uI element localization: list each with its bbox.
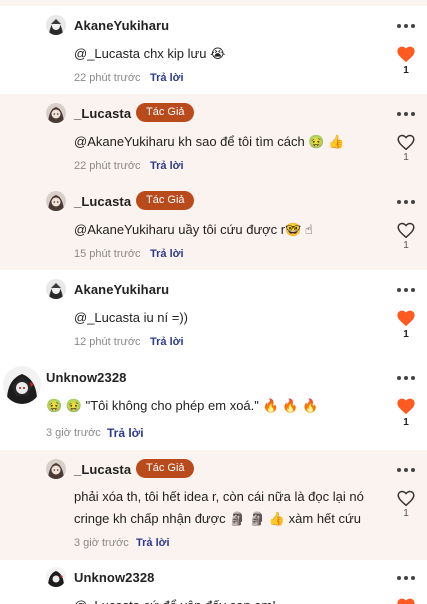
heart-filled-icon[interactable] [396,397,416,415]
heart-filled-icon[interactable] [396,309,416,327]
reply-button[interactable]: Trả lời [150,160,184,172]
comment-text-line: cringe kh chấp nhận được 🗿 🗿 👍 xàm hết c… [74,511,361,526]
username[interactable]: AkaneYukiharu [74,282,169,297]
comment-text: 🤢 🤢 "Tôi không cho phép em xoá." 🔥 🔥 🔥 [46,398,319,413]
comment-text: @AkaneYukiharu kh sao để tôi tìm cách 🤢 … [74,134,345,149]
more-options-icon[interactable] [397,467,415,473]
top-level-comment: Unknow2328 🤢 🤢 "Tôi không cho phép em xo… [0,358,427,450]
reply-comment: _Lucasta Tác Giả @AkaneYukiharu uầy tôi … [0,182,427,270]
like-count: 1 [403,329,409,340]
username[interactable]: _Lucasta [74,462,131,477]
more-options-icon[interactable] [397,23,415,29]
reply-button[interactable]: Trả lời [150,248,184,260]
comment-feed: AkaneYukiharu @_Lucasta chx kip lưu 😭 22… [0,0,427,604]
comment-text-line: phải xóa th, tôi hết idea r, còn cái nữa… [74,489,364,504]
avatar[interactable] [46,567,66,587]
like-count: 1 [403,240,409,251]
avatar[interactable] [46,459,66,479]
username[interactable]: AkaneYukiharu [74,18,169,33]
timestamp: 15 phút trước [74,248,141,260]
reply-comment: AkaneYukiharu @_Lucasta iu ní =)) 12 phú… [0,270,427,358]
avatar[interactable] [46,15,66,35]
avatar[interactable] [46,279,66,299]
author-badge: Tác Giả [136,103,194,122]
comment-text: @_Lucasta iu ní =)) [74,310,189,325]
username[interactable]: Unknow2328 [46,370,126,385]
username[interactable]: _Lucasta [74,106,131,121]
reply-comment: _Lucasta Tác Giả @AkaneYukiharu kh sao đ… [0,94,427,182]
more-options-icon[interactable] [397,575,415,581]
heart-filled-icon[interactable] [396,45,416,63]
like-count: 1 [403,417,409,428]
more-options-icon[interactable] [397,111,415,117]
timestamp: 12 phút trước [74,336,141,348]
heart-filled-icon[interactable] [396,597,416,604]
username[interactable]: _Lucasta [74,194,131,209]
comment-text: @_Lucasta chx kip lưu 😭 [74,46,226,61]
reply-button[interactable]: Trả lời [136,537,170,549]
timestamp: 22 phút trước [74,160,141,172]
reply-button[interactable]: Trả lời [107,426,144,440]
heart-outline-icon[interactable] [396,221,416,239]
avatar[interactable] [46,191,66,211]
avatar[interactable] [3,366,41,404]
author-badge: Tác Giả [136,191,194,210]
timestamp: 3 giờ trước [46,427,101,439]
timestamp: 22 phút trước [74,72,141,84]
reply-comment: _Lucasta Tác Giả phải xóa th, tôi hết id… [0,450,427,560]
like-count: 1 [403,152,409,163]
heart-outline-icon[interactable] [396,133,416,151]
timestamp: 3 giờ trước [74,537,129,549]
like-count: 1 [403,508,409,519]
author-badge: Tác Giả [136,459,194,478]
more-options-icon[interactable] [397,375,415,381]
like-count: 1 [403,65,409,76]
more-options-icon[interactable] [397,287,415,293]
reply-comment: AkaneYukiharu @_Lucasta chx kip lưu 😭 22… [0,6,427,94]
reply-comment: Unknow2328 @_Lucasta cứ để yên đấy con e… [0,560,427,604]
reply-button[interactable]: Trả lời [150,72,184,84]
avatar[interactable] [46,103,66,123]
username[interactable]: Unknow2328 [74,570,154,585]
heart-outline-icon[interactable] [396,489,416,507]
more-options-icon[interactable] [397,199,415,205]
comment-text: @AkaneYukiharu uầy tôi cứu được r🤓 ☝ [74,222,313,237]
reply-button[interactable]: Trả lời [150,336,184,348]
comment-text: @_Lucasta cứ để yên đấy con em! [74,594,276,604]
